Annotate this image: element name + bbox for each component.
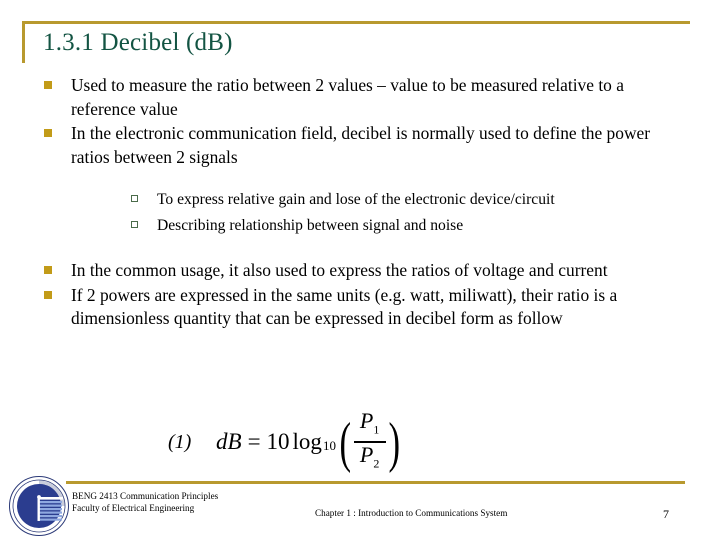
- equation-coefficient: 10: [266, 429, 290, 454]
- equation-log-base: 10: [322, 438, 336, 453]
- universiti-teknikal-malaysia-melaka-logo-icon: [9, 476, 69, 536]
- bullet-text: Used to measure the ratio between 2 valu…: [71, 75, 624, 119]
- list-item: In the common usage, it also used to exp…: [42, 259, 692, 283]
- equation-log: log: [292, 429, 322, 454]
- bullet-list-level-2: To express relative gain and lose of the…: [42, 187, 692, 239]
- page-number: 7: [663, 507, 669, 521]
- filled-square-bullet-icon: [44, 266, 52, 274]
- page-title: 1.3.1 Decibel (dB): [43, 29, 233, 56]
- bullet-list-level-1: Used to measure the ratio between 2 valu…: [42, 74, 692, 169]
- footer-faculty: Faculty of Electrical Engineering: [72, 503, 195, 513]
- hollow-square-bullet-icon: [131, 195, 138, 202]
- equation-row: (1) dB = 10 log 10 ( P1 P2 ): [120, 409, 540, 475]
- footer-left-text: BENG 2413 Communication Principles Facul…: [72, 490, 218, 514]
- filled-square-bullet-icon: [44, 81, 52, 89]
- footer-course: BENG 2413 Communication Principles: [72, 491, 219, 501]
- sub-bullet-text: Describing relationship between signal a…: [157, 217, 464, 234]
- bullet-text: In the electronic communication field, d…: [71, 123, 651, 167]
- decibel-formula: dB = 10 log 10 ( P1 P2 ): [216, 409, 403, 475]
- bullet-text: If 2 powers are expressed in the same un…: [71, 284, 618, 329]
- equation-equals: =: [247, 429, 261, 454]
- list-item: Describing relationship between signal a…: [130, 213, 692, 239]
- sub-bullet-text: To express relative gain and lose of the…: [157, 191, 555, 208]
- list-item: In the electronic communication field, d…: [42, 122, 692, 169]
- filled-square-bullet-icon: [44, 290, 52, 299]
- bullet-list-level-1-continued: In the common usage, it also used to exp…: [42, 259, 692, 331]
- list-item: If 2 powers are expressed in the same un…: [42, 284, 692, 331]
- power-ratio-fraction: P1 P2: [353, 407, 386, 475]
- fraction-numerator: P1: [359, 407, 380, 437]
- footer-chapter: Chapter 1 : Introduction to Communicatio…: [315, 508, 508, 518]
- filled-square-bullet-icon: [44, 129, 52, 137]
- equation-lhs: dB: [216, 429, 242, 454]
- hollow-square-bullet-icon: [131, 221, 138, 228]
- bullet-text: In the common usage, it also used to exp…: [71, 260, 608, 280]
- paren-close-icon: ): [388, 412, 400, 474]
- equation-number: (1): [168, 430, 192, 453]
- paren-open-icon: (: [339, 412, 352, 474]
- list-item: Used to measure the ratio between 2 valu…: [42, 74, 692, 121]
- title-rule-frame: 1.3.1 Decibel (dB): [22, 21, 690, 63]
- list-item: To express relative gain and lose of the…: [130, 187, 692, 213]
- footer-divider: [66, 481, 685, 484]
- fraction-denominator: P2: [359, 441, 380, 471]
- slide-content: Used to measure the ratio between 2 valu…: [42, 74, 692, 332]
